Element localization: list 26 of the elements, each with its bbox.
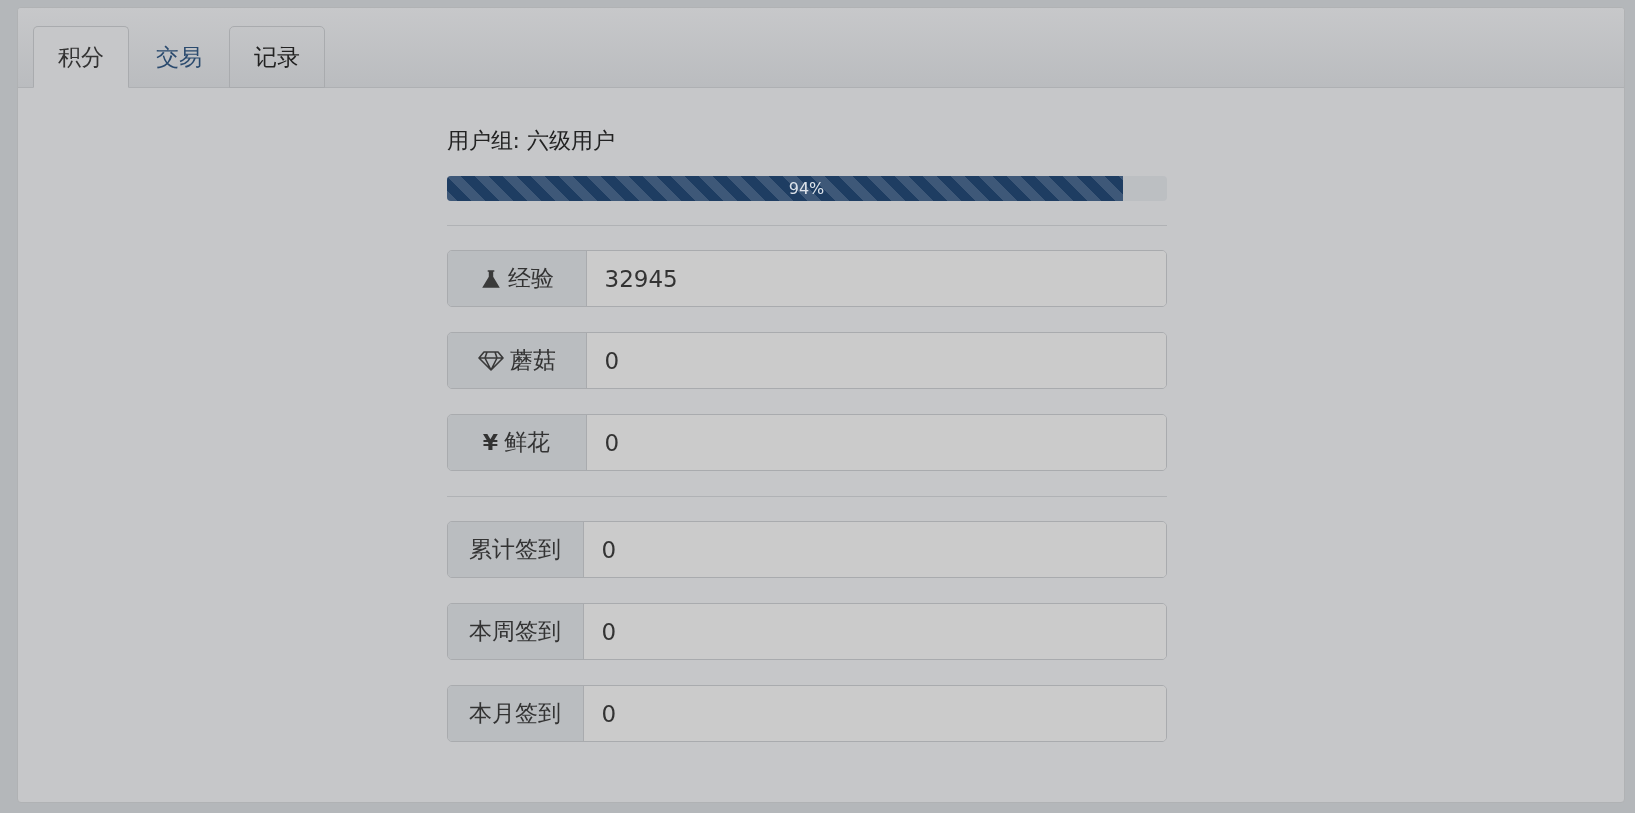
- field-label: 本月签到: [447, 686, 584, 741]
- field-value: 0: [583, 522, 1166, 577]
- progress-label: 94%: [787, 179, 826, 198]
- field-label-text: 蘑菇: [509, 346, 556, 375]
- diamond-icon: [477, 349, 504, 372]
- input-field[interactable]: 经验 32945: [446, 250, 1167, 307]
- yen-icon: ¥: [482, 430, 499, 455]
- tab[interactable]: 记录: [229, 26, 325, 88]
- field-value: 32945: [586, 251, 1166, 306]
- input-field[interactable]: ¥ 鲜花 0: [446, 414, 1167, 471]
- input-field[interactable]: 蘑菇 0: [446, 332, 1167, 389]
- field-label: 本周签到: [447, 604, 584, 659]
- input-field[interactable]: 本月签到 0: [446, 685, 1167, 742]
- field-value: 0: [583, 604, 1166, 659]
- field-label-text: 经验: [507, 264, 554, 293]
- flask-icon: [479, 267, 502, 290]
- input-field[interactable]: 本周签到 0: [446, 603, 1167, 660]
- field-label: 累计签到: [447, 522, 584, 577]
- tab[interactable]: 积分: [33, 26, 129, 88]
- field-label-text: 鲜花: [504, 428, 551, 457]
- tab[interactable]: 交易: [131, 26, 227, 88]
- field-value: 0: [583, 686, 1166, 741]
- field-value: 0: [586, 415, 1166, 470]
- user-group-label: 用户组: 六级用户: [446, 127, 616, 155]
- input-field[interactable]: 累计签到 0: [446, 521, 1167, 578]
- field-value: 0: [586, 333, 1166, 388]
